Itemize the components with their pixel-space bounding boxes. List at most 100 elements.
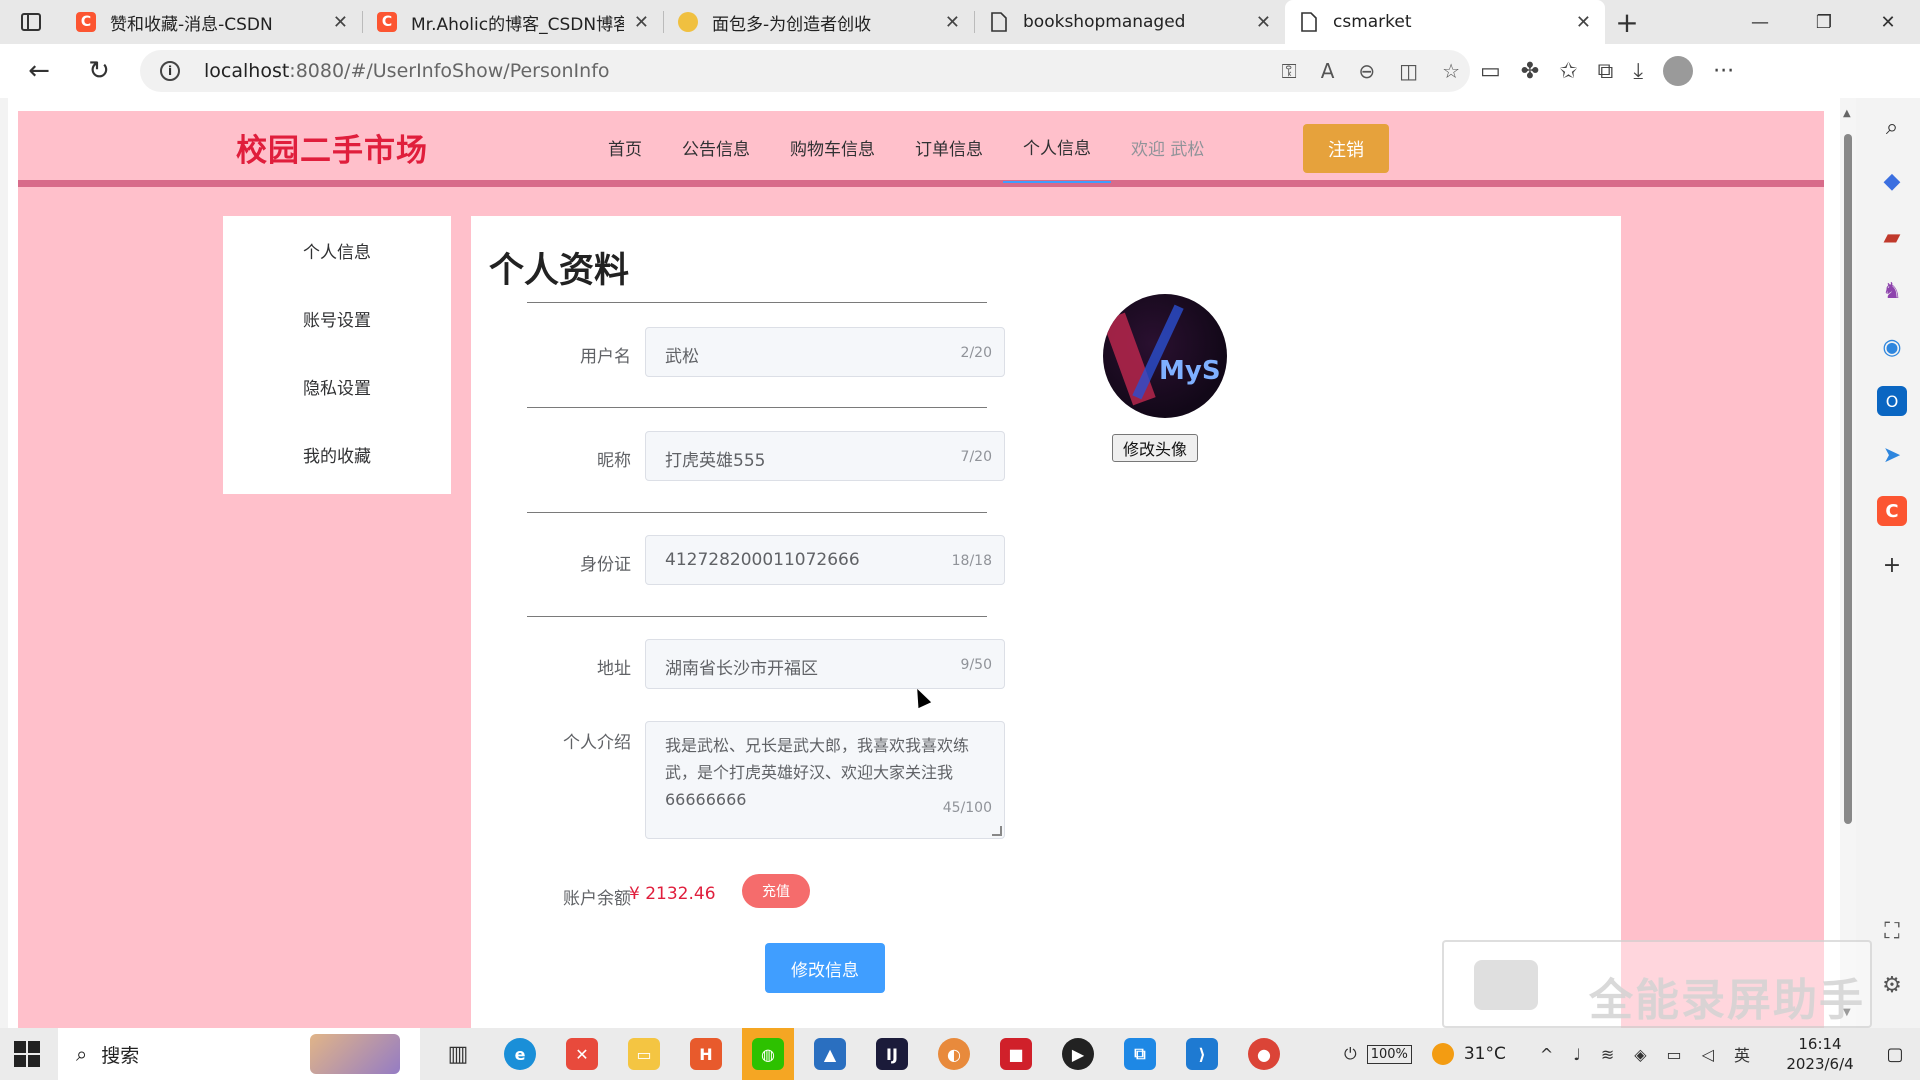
scrollbar-thumb[interactable]: [1844, 134, 1852, 824]
resize-handle-icon[interactable]: [992, 826, 1002, 836]
extensions-icon[interactable]: ✤: [1521, 59, 1539, 84]
settings-gear-icon[interactable]: ⚙: [1877, 970, 1907, 1000]
page-viewport: 校园二手市场 首页 公告信息 购物车信息 订单信息 个人信息 欢迎 武松 注销 …: [8, 98, 1856, 1028]
menu-item-cart[interactable]: 购物车信息: [770, 111, 895, 183]
browser-tab[interactable]: 面包多-为创造者创收 ✕: [664, 0, 974, 44]
key-icon[interactable]: ⚿: [1281, 59, 1296, 83]
close-icon[interactable]: ✕: [1256, 12, 1271, 33]
tab-actions-icon[interactable]: [0, 0, 62, 44]
color-picker-icon[interactable]: ◐: [928, 1028, 980, 1080]
notification-icon[interactable]: ▢: [1870, 1044, 1920, 1065]
nickname-field[interactable]: 打虎英雄555 7/20: [645, 431, 1005, 481]
edge-sidebar: ⌕ ◆ ▰ ♞ ◉ O ➤ C + ⛶ ⚙: [1864, 98, 1920, 1028]
search-icon[interactable]: ⌕: [1877, 112, 1907, 142]
taskbar-apps: ▥ e ✕ ▭ H ◍ ▲ IJ ◐ ■ ▶ ⧉ ⟩ ●: [432, 1028, 1300, 1080]
browser-tab-active[interactable]: csmarket ✕: [1285, 0, 1605, 44]
photos-icon[interactable]: ▲: [804, 1028, 856, 1080]
keyboard-icon[interactable]: ▭: [1667, 1045, 1682, 1064]
wechat-icon[interactable]: ◍: [742, 1028, 794, 1080]
menu-item-orders[interactable]: 订单信息: [895, 111, 1003, 183]
chrome-icon[interactable]: ●: [1238, 1028, 1290, 1080]
wifi-icon[interactable]: ≋: [1601, 1045, 1614, 1064]
volume-icon[interactable]: ◁: [1702, 1045, 1714, 1064]
browser-tab[interactable]: C Mr.Aholic的博客_CSDN博客-V ✕: [363, 0, 663, 44]
clock[interactable]: 16:14 2023/6/4: [1770, 1034, 1870, 1074]
collections-icon[interactable]: ⧉: [1598, 59, 1614, 84]
power-plug-icon[interactable]: ⏻: [1344, 1044, 1357, 1064]
recorder-icon[interactable]: ■: [990, 1028, 1042, 1080]
logout-button[interactable]: 注销: [1303, 124, 1389, 173]
intellij-icon[interactable]: IJ: [866, 1028, 918, 1080]
toolbox-icon[interactable]: ▰: [1877, 222, 1907, 252]
csdn-icon[interactable]: C: [1877, 496, 1907, 526]
address-field[interactable]: 湖南省长沙市开福区 9/50: [645, 639, 1005, 689]
profile-avatar-icon[interactable]: [1663, 56, 1694, 86]
change-avatar-button[interactable]: 修改头像: [1112, 434, 1198, 462]
games-icon[interactable]: ♞: [1877, 276, 1907, 306]
weather-temp[interactable]: 31°C: [1464, 1044, 1506, 1064]
camera-icon: [1474, 960, 1538, 1010]
close-icon[interactable]: ✕: [333, 12, 348, 33]
close-icon[interactable]: ✕: [945, 12, 960, 33]
network-icon[interactable]: ◈: [1634, 1045, 1646, 1064]
remote-desktop-icon[interactable]: ⧉: [1114, 1028, 1166, 1080]
restore-icon[interactable]: ❐: [1792, 0, 1856, 44]
outlook-icon[interactable]: O: [1877, 386, 1907, 416]
username-field[interactable]: 武松 2/20: [645, 327, 1005, 377]
zoom-out-icon[interactable]: ⊖: [1358, 59, 1375, 83]
hbuilder-icon[interactable]: H: [680, 1028, 732, 1080]
more-icon[interactable]: ···: [1713, 59, 1734, 84]
address-bar[interactable]: i localhost:8080/#/UserInfoShow/PersonIn…: [140, 50, 1470, 92]
ime-indicator[interactable]: 英: [1734, 1042, 1750, 1066]
media-player-icon[interactable]: ▶: [1052, 1028, 1104, 1080]
microphone-icon[interactable]: ♩: [1573, 1045, 1581, 1064]
page-scrollbar[interactable]: ▲ ▼: [1840, 98, 1856, 1028]
sidebar-item-account-settings[interactable]: 账号设置: [223, 284, 451, 352]
url-text[interactable]: localhost:8080/#/UserInfoShow/PersonInfo: [204, 60, 610, 82]
minimize-icon[interactable]: —: [1728, 0, 1792, 44]
idcard-field[interactable]: 412728200011072666 18/18: [645, 535, 1005, 585]
reload-icon[interactable]: ↻: [74, 51, 124, 91]
edge-icon[interactable]: e: [494, 1028, 546, 1080]
taskbar-search[interactable]: ⌕ 搜索: [58, 1028, 420, 1080]
add-favorite-icon[interactable]: ☆: [1442, 59, 1460, 83]
vscode-icon[interactable]: ⟩: [1176, 1028, 1228, 1080]
screen-cast-icon[interactable]: ▭: [1480, 59, 1501, 84]
tab-title: 赞和收藏-消息-CSDN: [110, 14, 273, 35]
close-icon[interactable]: ✕: [634, 12, 649, 33]
task-view-icon[interactable]: ▥: [432, 1028, 484, 1080]
xmind-icon[interactable]: ✕: [556, 1028, 608, 1080]
browser-tab[interactable]: bookshopmanaged ✕: [975, 0, 1285, 44]
read-aloud-icon[interactable]: A: [1321, 59, 1335, 83]
copilot-icon[interactable]: ◉: [1877, 332, 1907, 362]
weather-icon[interactable]: [1431, 1043, 1454, 1065]
site-info-icon[interactable]: i: [160, 61, 180, 81]
browser-tab[interactable]: C 赞和收藏-消息-CSDN ✕: [62, 0, 362, 44]
menu-item-profile[interactable]: 个人信息: [1003, 111, 1111, 183]
update-info-button[interactable]: 修改信息: [765, 943, 885, 993]
send-icon[interactable]: ➤: [1877, 440, 1907, 470]
chevron-up-icon[interactable]: ^: [1540, 1045, 1553, 1064]
menu-item-notice[interactable]: 公告信息: [662, 111, 770, 183]
windows-start-icon[interactable]: [14, 1041, 40, 1067]
sidebar-item-privacy-settings[interactable]: 隐私设置: [223, 352, 451, 420]
scroll-up-icon[interactable]: ▲: [1843, 108, 1851, 119]
recharge-button[interactable]: 充值: [742, 874, 810, 908]
new-tab-icon[interactable]: +: [1605, 0, 1649, 44]
sidebar-item-personal-info[interactable]: 个人信息: [223, 216, 451, 284]
back-icon[interactable]: ←: [14, 51, 64, 91]
split-screen-icon[interactable]: ◫: [1399, 59, 1418, 83]
intro-textarea[interactable]: 我是武松、兄长是武大郎，我喜欢我喜欢练武，是个打虎英雄好汉、欢迎大家关注我666…: [645, 721, 1005, 839]
favorites-icon[interactable]: ✩: [1559, 59, 1577, 84]
close-icon[interactable]: ✕: [1576, 12, 1591, 33]
add-icon[interactable]: +: [1877, 550, 1907, 580]
csdn-icon: C: [76, 12, 96, 32]
tag-icon[interactable]: ◆: [1877, 166, 1907, 196]
screenshot-icon[interactable]: ⛶: [1877, 916, 1907, 946]
sidebar-item-favorites[interactable]: 我的收藏: [223, 420, 451, 488]
window-close-icon[interactable]: ✕: [1856, 0, 1920, 44]
battery-indicator[interactable]: 100%: [1366, 1044, 1412, 1064]
downloads-icon[interactable]: ⤓: [1633, 59, 1643, 84]
menu-item-home[interactable]: 首页: [588, 111, 662, 183]
file-explorer-icon[interactable]: ▭: [618, 1028, 670, 1080]
